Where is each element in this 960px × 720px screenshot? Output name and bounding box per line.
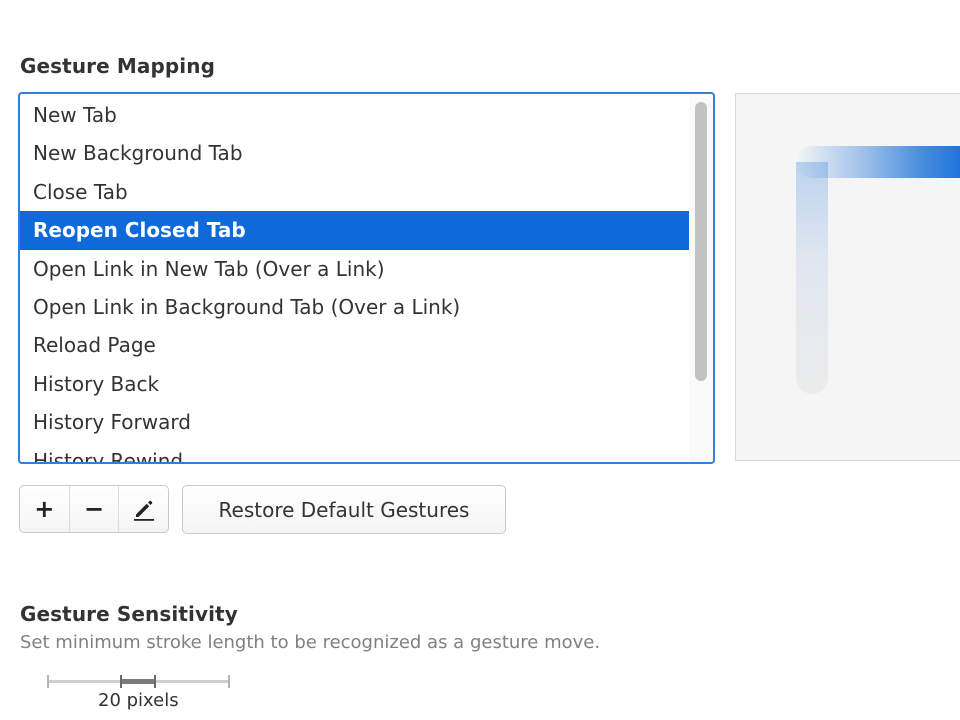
- sensitivity-value-label: 20 pixels: [98, 690, 179, 711]
- gesture-list-item-open-link-new-tab[interactable]: Open Link in New Tab (Over a Link): [20, 250, 689, 288]
- list-edit-buttons: + −: [19, 485, 169, 533]
- add-gesture-button[interactable]: +: [20, 486, 69, 532]
- gesture-list[interactable]: New Tab New Background Tab Close Tab Reo…: [18, 92, 715, 464]
- slider-thumb-left[interactable]: [120, 675, 122, 688]
- slider-thumb-right[interactable]: [154, 675, 156, 688]
- restore-default-gestures-button[interactable]: Restore Default Gestures: [182, 485, 506, 534]
- slider-tick: [47, 675, 49, 688]
- slider-tick: [228, 675, 230, 688]
- gesture-list-item-open-link-background-tab[interactable]: Open Link in Background Tab (Over a Link…: [20, 288, 689, 326]
- gesture-preview: [735, 93, 960, 461]
- gesture-mapping-title: Gesture Mapping: [20, 54, 216, 78]
- gesture-list-item-history-forward[interactable]: History Forward: [20, 403, 689, 441]
- gesture-sensitivity-description: Set minimum stroke length to be recogniz…: [20, 632, 601, 653]
- gesture-list-item-reopen-closed-tab[interactable]: Reopen Closed Tab: [20, 211, 689, 250]
- preferences-page: Gesture Mapping New Tab New Background T…: [0, 0, 960, 720]
- gesture-list-item-close-tab[interactable]: Close Tab: [20, 173, 689, 211]
- gesture-list-items: New Tab New Background Tab Close Tab Reo…: [20, 94, 689, 462]
- plus-icon: +: [34, 495, 55, 523]
- gesture-list-item-reload-page[interactable]: Reload Page: [20, 326, 689, 364]
- gesture-stroke-vertical: [796, 162, 828, 394]
- gesture-list-item-new-background-tab[interactable]: New Background Tab: [20, 134, 689, 172]
- scrollbar-thumb[interactable]: [695, 102, 707, 381]
- edit-gesture-button[interactable]: [118, 486, 168, 532]
- slider-selected-range: [121, 679, 155, 684]
- minus-icon: −: [83, 495, 105, 523]
- remove-gesture-button[interactable]: −: [68, 486, 119, 532]
- gesture-stroke-horizontal: [796, 146, 960, 178]
- gesture-list-item-new-tab[interactable]: New Tab: [20, 96, 689, 134]
- sensitivity-slider[interactable]: [47, 674, 230, 688]
- gesture-sensitivity-title: Gesture Sensitivity: [20, 602, 238, 626]
- pencil-icon: [133, 500, 154, 521]
- gesture-list-item-history-back[interactable]: History Back: [20, 365, 689, 403]
- gesture-list-scrollbar[interactable]: [689, 94, 713, 462]
- gesture-list-item-history-rewind[interactable]: History Rewind: [20, 442, 689, 462]
